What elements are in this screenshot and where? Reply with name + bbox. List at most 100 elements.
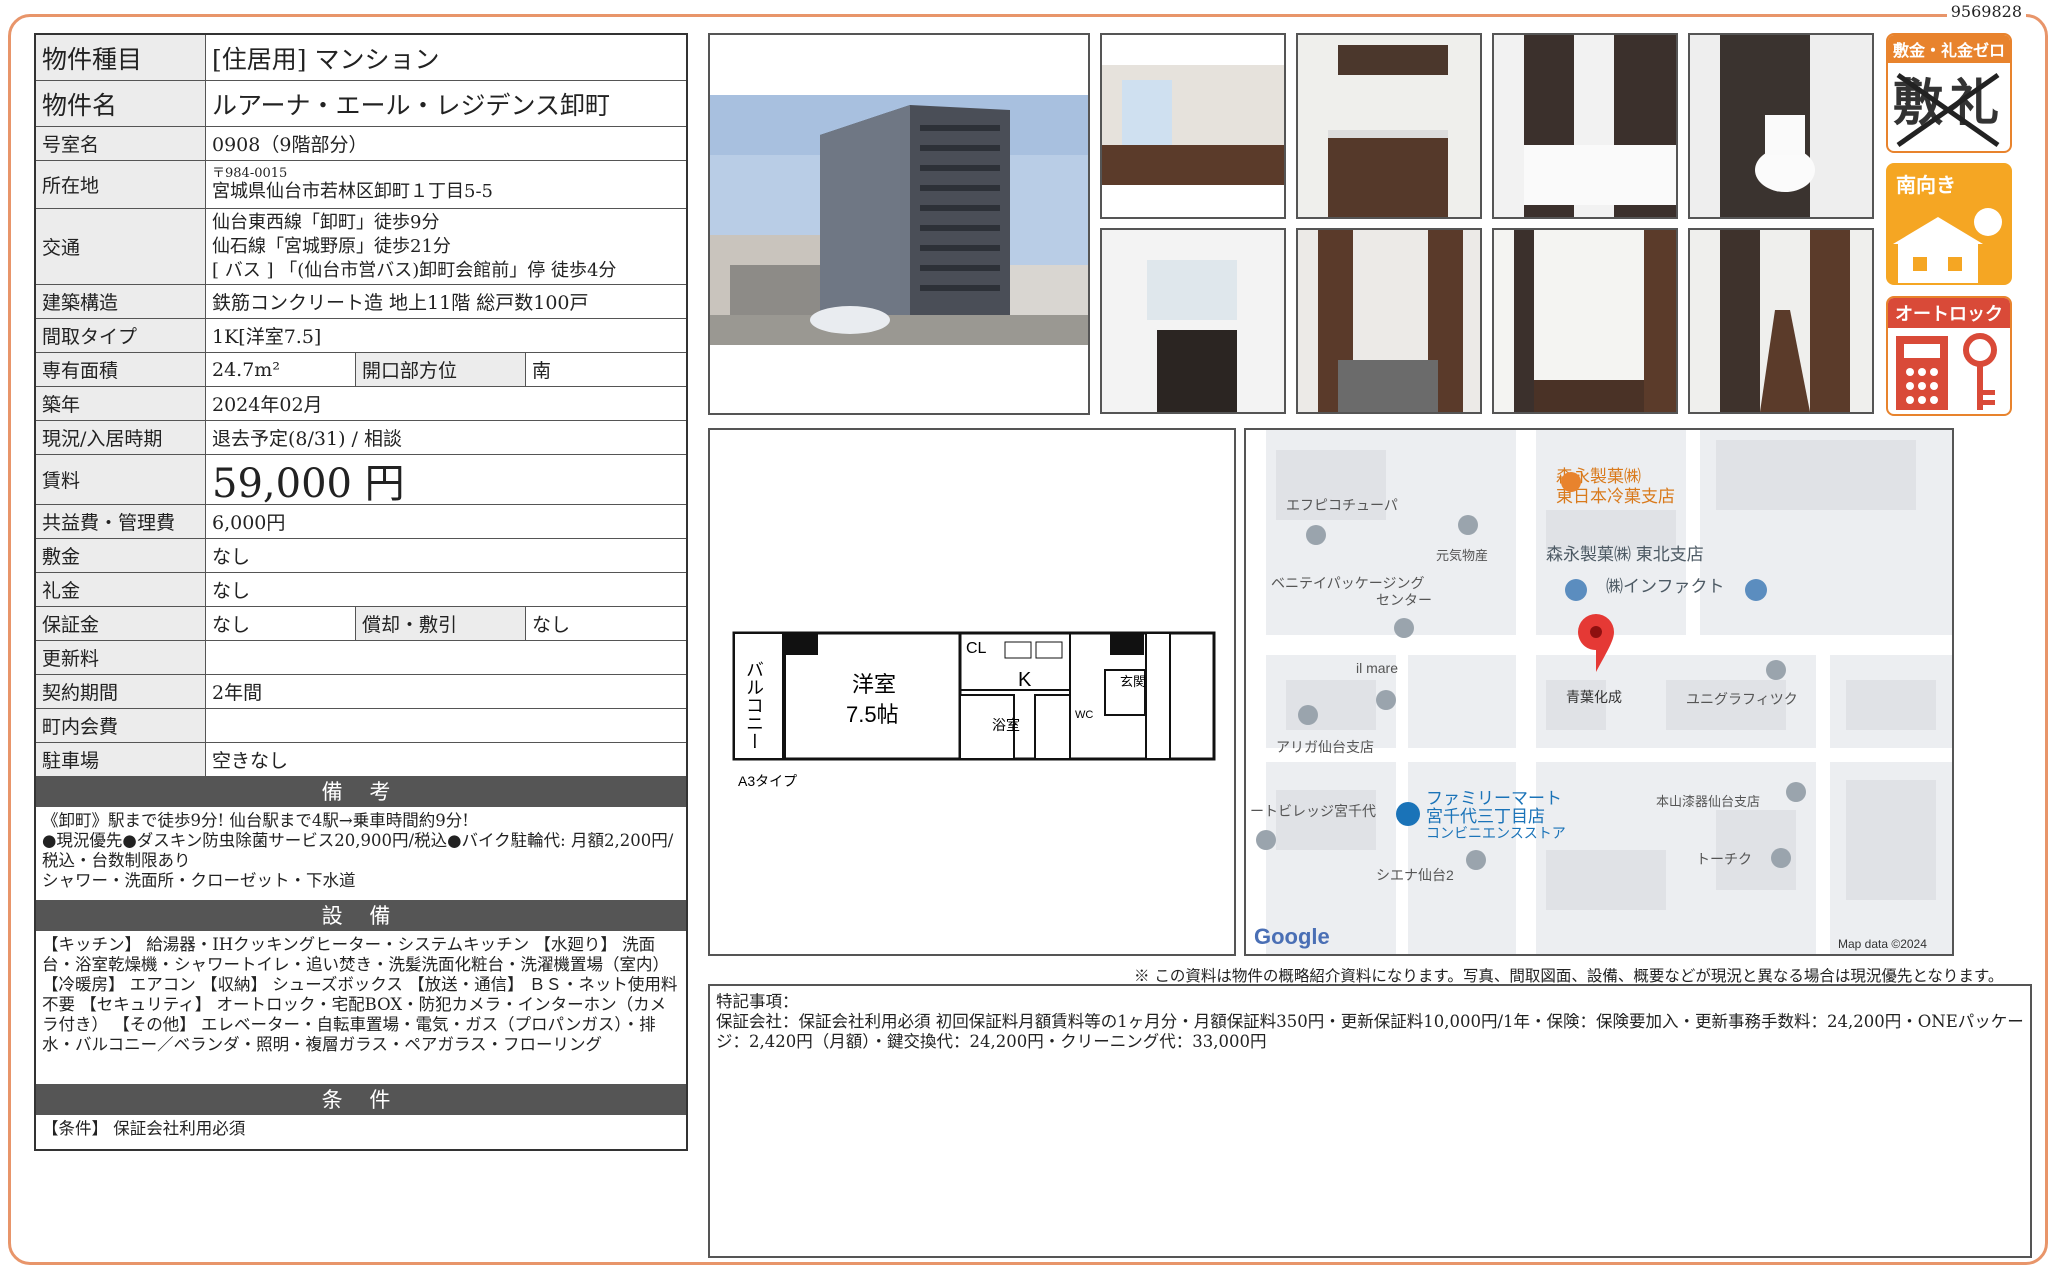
map-label: ベニテイパッケージング — [1271, 575, 1424, 591]
cross-icon — [1896, 72, 2000, 148]
thumb-kitchen — [1296, 33, 1482, 219]
row-room: 号室名 0908（9階部分） — [36, 127, 686, 161]
closet-label: CL — [966, 640, 987, 657]
label: 交通 — [36, 209, 206, 284]
google-logo: Google — [1254, 924, 1330, 949]
value — [206, 641, 686, 674]
map-label: ㈱インファクト — [1606, 577, 1725, 596]
map-label: ファミリーマート — [1426, 789, 1562, 808]
label: 間取タイプ — [36, 319, 206, 352]
row-structure: 建築構造 鉄筋コンクリート造 地上11階 総戸数100戸 — [36, 285, 686, 319]
transport-line: 仙台東西線「卸町」徒歩9分 — [212, 211, 440, 233]
value: 1K[洋室7.5] — [212, 326, 322, 348]
wc-label: WC — [1075, 709, 1093, 721]
label: 物件種目 — [36, 35, 206, 80]
thumb-hallway — [1296, 228, 1482, 414]
value: 南 — [532, 360, 552, 382]
row-renewal: 更新料 — [36, 641, 686, 675]
building-photo — [708, 33, 1090, 415]
row-contract: 契約期間 2年間 — [36, 675, 686, 709]
label: 賃料 — [36, 455, 206, 504]
row-rent: 賃料 59,000 円 — [36, 455, 686, 507]
row-key-money: 礼金 なし — [36, 573, 686, 607]
disclaimer-note: ※ この資料は物件の概略紹介資料になります。写真、間取図面、設備、概要などが現況… — [1134, 967, 2004, 985]
balcony-label: バルコニー — [744, 660, 764, 750]
map-label: エフピコチューパ — [1286, 497, 1398, 513]
conditions-header: 条 件 — [36, 1085, 686, 1115]
type-label: A3タイプ — [738, 773, 797, 789]
special-text: 保証会社：保証会社利用必須 初回保証料月額賃料等の1ヶ月分・月額保証料350円・… — [716, 1012, 2024, 1051]
map-label: コンビニエンスストア — [1426, 825, 1566, 841]
floor-plan-drawing: バルコニー 洋室 7.5帖 CL K 浴室 WC 玄関 A3タイプ — [732, 631, 1216, 789]
facilities-text: 【キッチン】 給湯器・IHクッキングヒーター・システムキッチン 【水廻り】 洗面… — [36, 931, 686, 1085]
value: 仙台東西線「卸町」徒歩9分 仙石線「宮城野原」徒歩21分[ バス ] 「(仙台市営… — [206, 209, 686, 284]
value: [住居用] マンション — [212, 44, 440, 74]
value — [206, 709, 686, 742]
label: 物件名 — [36, 81, 206, 126]
row-parking: 駐車場 空きなし — [36, 743, 686, 777]
map-label: 本山漆器仙台支店 — [1656, 794, 1760, 809]
label: 礼金 — [36, 573, 206, 606]
value: 2年間 — [212, 682, 263, 704]
value: なし — [212, 546, 251, 568]
label: 敷金 — [36, 539, 206, 572]
thumb-corridor — [1688, 228, 1874, 414]
value: 24.7m² — [206, 353, 356, 386]
label: 専有面積 — [36, 353, 206, 386]
row-fee: 共益費・管理費 6,000円 — [36, 505, 686, 539]
row-deposit: 敷金 なし — [36, 539, 686, 573]
floor-plan: バルコニー 洋室 7.5帖 CL K 浴室 WC 玄関 A3タイプ — [708, 428, 1236, 956]
transport-line: 仙石線「宮城野原」徒歩21分 — [212, 235, 451, 257]
label: 更新料 — [36, 641, 206, 674]
row-address: 所在地 〒984-0015 宮城県仙台市若林区卸町１丁目5-5 — [36, 161, 686, 209]
label: 築年 — [36, 387, 206, 420]
thumb-closet — [1492, 228, 1678, 414]
badge-south-facing: 南向き — [1886, 163, 2012, 285]
location-map: 森永製菓㈱ 東日本冷菓支店 エフピコチューパ 元気物産 森永製菓㈱ 東北支店 ㈱… — [1244, 428, 1954, 956]
label: 現況/入居時期 — [36, 421, 206, 454]
badge-no-deposit: 敷金・礼金ゼロ 敷礼 — [1886, 33, 2012, 153]
room-label: 洋室 — [852, 672, 896, 697]
map-label: il mare — [1356, 660, 1398, 676]
value: 鉄筋コンクリート造 地上11階 総戸数100戸 — [212, 292, 589, 314]
row-transport: 交通 仙台東西線「卸町」徒歩9分 仙石線「宮城野原」徒歩21分[ バス ] 「(仙台… — [36, 209, 686, 285]
label: 所在地 — [36, 161, 206, 208]
thumb-bath — [1492, 33, 1678, 219]
document-id: 9569828 — [1946, 2, 2026, 21]
value: 退去予定(8/31) / 相談 — [212, 428, 402, 450]
label: 駐車場 — [36, 743, 206, 776]
kitchen-label: K — [1018, 669, 1032, 691]
map-label: アリガ仙台支店 — [1276, 739, 1374, 755]
label: 償却・敷引 — [356, 607, 526, 640]
value: 0908（9階部分） — [212, 134, 368, 156]
row-town: 町内会費 — [36, 709, 686, 743]
map-label: シエナ仙台2 — [1376, 867, 1454, 883]
value: なし — [206, 607, 356, 640]
map-label: センター — [1376, 592, 1432, 608]
rent-value: 59,000 円 — [212, 460, 405, 507]
value: 〒984-0015 宮城県仙台市若林区卸町１丁目5-5 — [206, 161, 686, 208]
map-copyright: Map data ©2024 — [1838, 937, 1927, 951]
value: 空きなし — [212, 750, 289, 772]
label: 号室名 — [36, 127, 206, 160]
room-size-label: 7.5帖 — [846, 702, 899, 727]
remarks-header: 備 考 — [36, 777, 686, 807]
value: 2024年02月 — [212, 394, 323, 416]
label: 開口部方位 — [356, 353, 526, 386]
row-area: 専有面積 24.7m² 開口部方位南 — [36, 353, 686, 387]
map-label: 元気物産 — [1436, 548, 1488, 563]
thumb-living — [1100, 33, 1286, 219]
postal-code: 〒984-0015 — [212, 166, 288, 181]
badge-title: 南向き — [1896, 173, 1956, 197]
map-label: トーチク — [1696, 851, 1752, 867]
special-title: 特記事項： — [716, 992, 799, 1011]
special-notes: 特記事項： 保証会社：保証会社利用必須 初回保証料月額賃料等の1ヶ月分・月額保証… — [708, 984, 2032, 1258]
badge-title: オートロック — [1888, 298, 2010, 328]
transport-line: [ バス ] 「(仙台市営バス)卸町会館前」停 徒歩4分 — [212, 259, 617, 281]
building-image — [710, 95, 1088, 413]
thumb-toilet — [1688, 33, 1874, 219]
property-table: 物件種目 [住居用] マンション 物件名 ルアーナ・エール・レジデンス卸町 号室名 0… — [34, 33, 688, 1151]
label: 契約期間 — [36, 675, 206, 708]
label: 町内会費 — [36, 709, 206, 742]
badge-title: 敷金・礼金ゼロ — [1888, 35, 2010, 63]
